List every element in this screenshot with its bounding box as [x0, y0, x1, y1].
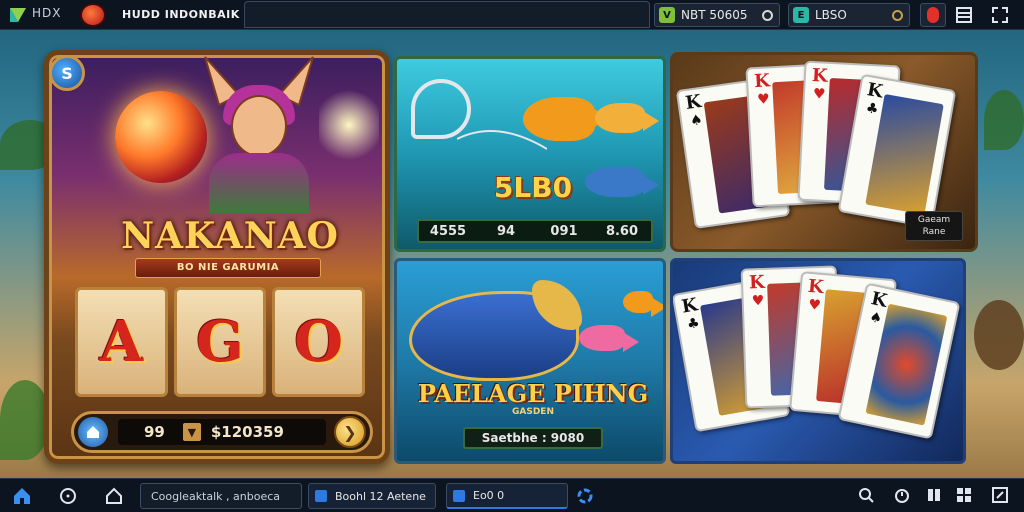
card-rank: K: [684, 91, 703, 115]
fishing-stat: 94: [496, 223, 516, 239]
genie-character: [199, 55, 319, 213]
fishing-stat: 8.60: [605, 223, 639, 239]
notification-button[interactable]: [920, 3, 946, 27]
card-suit: ♥: [751, 292, 765, 310]
card-suit: ♠: [689, 111, 704, 130]
reel-symbol: G: [173, 287, 267, 397]
clock-icon[interactable]: [58, 485, 78, 507]
foliage-right: [984, 90, 1024, 150]
card-rank: K: [753, 70, 771, 93]
fish-hunter-title: PAELAGE PIHNG: [417, 379, 649, 408]
card-rank: K: [748, 271, 766, 294]
menu-icon[interactable]: [954, 5, 974, 25]
add-coin-icon[interactable]: [762, 9, 773, 21]
taskbar-item-label: Eo0 0: [473, 489, 505, 502]
fullscreen-icon[interactable]: [990, 5, 1010, 25]
window-icon: [315, 490, 327, 502]
coin-balance-pill-secondary[interactable]: E LBSO: [788, 3, 910, 27]
bet-value: 99: [144, 423, 165, 441]
card-game-label-line: Gaeam: [917, 215, 951, 225]
card-suit: ♥: [756, 91, 771, 109]
fishing-stats-bar: 4555 94 091 8.60: [417, 219, 653, 243]
home-icon[interactable]: [10, 485, 34, 507]
teal-coin-icon: E: [793, 7, 809, 23]
gold-fish: [595, 103, 659, 133]
bottom-taskbar: Coogleaktalk , anboeca Boohl 12 Aetene E…: [0, 478, 1024, 512]
fish-hunter-subtitle: GASDEN: [512, 407, 554, 417]
window-icon: [453, 489, 465, 502]
alert-icon: [927, 7, 939, 23]
spin-button[interactable]: ❯: [334, 416, 366, 448]
avatar[interactable]: [80, 3, 106, 27]
bet-balance-display: 99 ▼ $120359: [118, 419, 326, 445]
chip-icon: ▼: [182, 423, 201, 441]
taskbar-item[interactable]: Boohl 12 Aetene: [308, 483, 436, 509]
big-fish-character: [409, 280, 582, 381]
fish-hunter-game-card[interactable]: PAELAGE PIHNG GASDEN Saetbhe : 9080: [394, 258, 666, 464]
green-coin-icon: V: [659, 7, 675, 23]
pink-fish: [579, 325, 639, 352]
coin-balance-secondary: LBSO: [815, 8, 847, 22]
card-suit: ♣: [864, 100, 880, 119]
tab-strip[interactable]: [244, 1, 650, 28]
card-rank: K: [680, 294, 700, 318]
app-title: HUDD INDONBAIK: [122, 8, 240, 21]
zoom-icon[interactable]: [856, 485, 876, 505]
slot-game-subtitle: BO NIE GARUMIA: [135, 258, 321, 278]
card-suit: ♥: [807, 296, 822, 314]
reel-symbol: O: [272, 287, 366, 397]
blue-fish: [585, 167, 659, 197]
magic-orb: [115, 91, 207, 183]
top-bar: HDX HUDD INDONBAIK V NBT 50605 E LBSO: [0, 0, 1024, 30]
grid-icon[interactable]: [924, 485, 944, 505]
sync-icon[interactable]: [574, 485, 596, 507]
small-fish: [623, 291, 663, 317]
timer-icon[interactable]: [892, 485, 912, 505]
expand-icon[interactable]: [990, 485, 1010, 505]
fishing-stat: 4555: [429, 223, 467, 239]
card-suit: ♠: [867, 309, 884, 328]
house-icon[interactable]: [104, 485, 124, 507]
card-game-label-line: Rane: [922, 227, 946, 237]
fishing-stat: 091: [550, 223, 578, 239]
balance-value: $120359: [210, 423, 284, 441]
slot-game-card[interactable]: S NAKANAO BO NIE GARUMIA A G O 99 ▼ $120…: [44, 50, 390, 464]
fish-hunter-stat: Saetbhe : 9080: [463, 427, 603, 449]
card-rank: K: [811, 64, 829, 87]
card-game-card-top[interactable]: K ♠ K ♥ K ♥ K ♣ Gaeam Rane: [670, 52, 978, 252]
reel-symbol: A: [75, 287, 168, 397]
fishing-score: 5LB0: [493, 171, 573, 204]
card-game-card-bottom[interactable]: K ♣ K ♥ K ♥ K ♠: [670, 258, 966, 464]
card-rank: K: [869, 288, 889, 312]
coin-balance-pill-primary[interactable]: V NBT 50605: [654, 3, 780, 27]
slot-reels: A G O: [75, 287, 366, 397]
foliage-left-bottom: [0, 380, 50, 460]
game-badge-icon[interactable]: S: [49, 55, 85, 91]
taskbar-item-active[interactable]: Eo0 0: [446, 483, 568, 509]
app-logo-icon[interactable]: [8, 6, 28, 24]
card-rank: K: [807, 275, 825, 299]
card-suit: ♣: [685, 315, 701, 334]
taskbar-item-label: Boohl 12 Aetene: [335, 489, 426, 503]
coin-balance-primary: NBT 50605: [681, 8, 748, 22]
apps-icon[interactable]: [954, 485, 974, 505]
slot-game-title: NAKANAO: [121, 215, 339, 257]
card-suit: ♥: [812, 86, 826, 103]
orange-fish: [523, 97, 609, 141]
fishing-game-card[interactable]: 5LB0 4555 94 091 8.60: [394, 56, 666, 252]
card-game-label: Gaeam Rane: [905, 211, 963, 241]
card-rank: K: [865, 79, 885, 103]
hdr-label: HDX: [32, 6, 62, 20]
search-input[interactable]: Coogleaktalk , anboeca: [140, 483, 302, 509]
treasure-chest-right: [974, 300, 1024, 370]
slot-control-bar: 99 ▼ $120359 ❯: [71, 411, 373, 453]
add-gem-icon[interactable]: [892, 9, 903, 21]
home-icon[interactable]: [78, 417, 108, 447]
magic-sparkle: [319, 85, 379, 165]
